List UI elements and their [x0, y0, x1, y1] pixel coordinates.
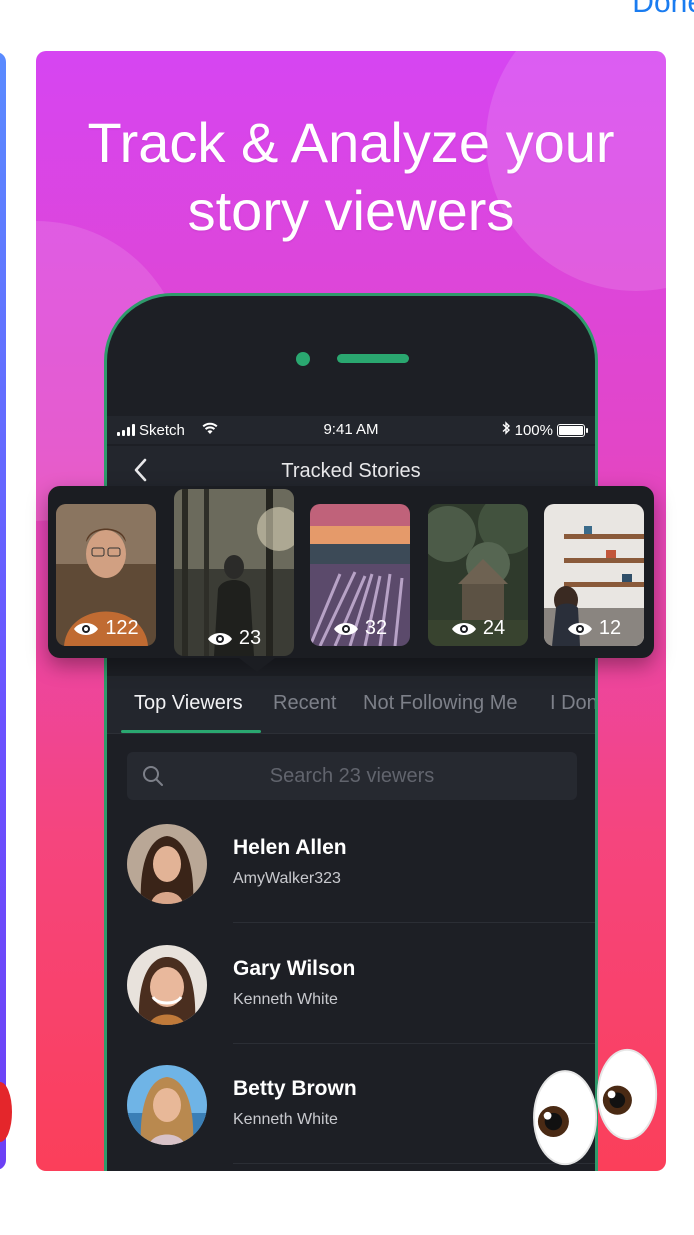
story-view-count: 12: [598, 617, 622, 639]
tab-i-dont[interactable]: I Don: [550, 692, 595, 715]
story-thumbnail[interactable]: 32: [310, 504, 410, 646]
viewer-row[interactable]: Gary Wilson Kenneth White: [107, 945, 595, 1065]
story-view-count: 24: [482, 617, 506, 639]
eye-icon: [451, 622, 476, 635]
eye-icon: [333, 622, 358, 635]
app-store-screenshot-page: Done Track & Analyze your story viewers …: [0, 0, 694, 1235]
avatar: [127, 824, 207, 904]
viewer-name: Gary Wilson: [233, 957, 356, 980]
story-view-count: 122: [105, 617, 139, 639]
story-views: 12: [544, 617, 644, 640]
headline-line-1: Track & Analyze your: [87, 111, 615, 174]
bluetooth-icon: [501, 421, 511, 439]
story-view-count: 23: [238, 627, 262, 649]
headline: Track & Analyze your story viewers: [36, 109, 666, 245]
row-divider: [233, 922, 595, 923]
page-title: Tracked Stories: [281, 460, 421, 482]
story-views: 32: [310, 617, 410, 640]
camera-dot: [296, 352, 310, 366]
status-bar: Sketch 9:41 AM 100%: [107, 416, 595, 444]
search-input[interactable]: Search 23 viewers: [127, 752, 577, 800]
story-thumbnail[interactable]: 24: [428, 504, 528, 646]
phone-mockup: Sketch 9:41 AM 100% Tracked Stories Top …: [104, 293, 598, 1171]
viewer-tabs: Top Viewers Recent Not Following Me I Do…: [107, 676, 595, 734]
avatar: [127, 1065, 207, 1145]
status-right: 100%: [501, 421, 588, 439]
eyes-icon: [533, 1048, 658, 1166]
done-link[interactable]: Done: [632, 0, 694, 20]
story-views: 24: [428, 617, 528, 640]
story-carousel[interactable]: 122 23 32 24 12: [48, 486, 654, 658]
story-view-count: 32: [364, 617, 388, 639]
tab-recent[interactable]: Recent: [273, 692, 336, 715]
previous-screenshot-card[interactable]: [0, 52, 12, 1170]
story-views: 122: [56, 617, 156, 640]
battery-percent: 100%: [514, 421, 553, 439]
carousel-pointer: [239, 658, 275, 672]
viewer-username: AmyWalker323: [233, 870, 341, 887]
viewer-row[interactable]: Betty Brown Kenneth White: [107, 1065, 595, 1171]
search-placeholder: Search 23 viewers: [269, 765, 435, 787]
avatar: [127, 945, 207, 1025]
story-thumbnail[interactable]: 122: [56, 504, 156, 646]
viewer-username: Kenneth White: [233, 1111, 338, 1128]
story-thumbnail[interactable]: 12: [544, 504, 644, 646]
tab-top-viewers[interactable]: Top Viewers: [134, 692, 243, 715]
story-thumbnail-selected[interactable]: 23: [174, 489, 294, 656]
tab-not-following-me[interactable]: Not Following Me: [363, 692, 518, 715]
red-decoration: [0, 1082, 12, 1142]
eye-icon: [567, 622, 592, 635]
active-tab-indicator: [121, 730, 261, 733]
viewer-username: Kenneth White: [233, 991, 338, 1008]
viewer-name: Helen Allen: [233, 836, 347, 859]
eye-icon: [74, 622, 99, 635]
viewer-name: Betty Brown: [233, 1077, 357, 1100]
headline-line-2: story viewers: [187, 179, 515, 242]
speaker-bar: [337, 354, 409, 363]
viewer-row[interactable]: Helen Allen AmyWalker323: [107, 824, 595, 944]
eye-icon: [207, 632, 232, 645]
story-views: 23: [174, 627, 294, 650]
battery-icon: [557, 423, 588, 437]
